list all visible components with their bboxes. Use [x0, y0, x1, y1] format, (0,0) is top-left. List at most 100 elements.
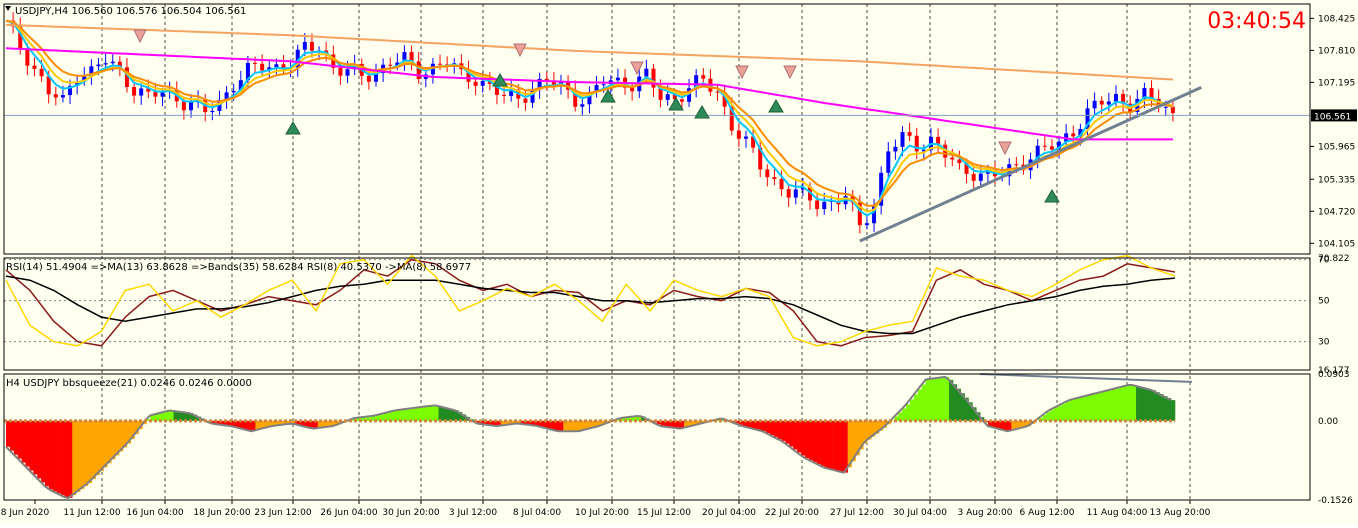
bull-candle: [580, 104, 584, 106]
squeeze-bar-positive: [1140, 387, 1144, 421]
time-axis-label: 10 Jul 20:00: [575, 508, 629, 518]
squeeze-bar-positive: [918, 389, 922, 420]
squeeze-bar-positive: [1156, 392, 1160, 421]
squeeze-bar-positive: [1144, 388, 1148, 421]
price-tick-label: 107.195: [1318, 78, 1355, 88]
squeeze-bar-positive: [945, 377, 949, 421]
time-axis-label: 6 Aug 12:00: [1020, 508, 1075, 518]
bear-candle: [260, 64, 264, 71]
bull-candle: [794, 189, 798, 197]
squeeze-bar-positive: [949, 380, 953, 421]
squeeze-bar-negative: [22, 421, 26, 463]
squeeze-bar-negative: [14, 421, 18, 455]
squeeze-panel-header: H4 USDJPY bbsqueeze(21) 0.0246 0.0246 0.…: [6, 378, 252, 389]
bear-candle: [474, 82, 478, 86]
squeeze-bar-positive: [933, 378, 937, 420]
bear-candle: [388, 65, 392, 66]
squeeze-bar-negative: [115, 421, 119, 455]
squeeze-bar-positive: [1124, 386, 1128, 421]
bear-candle: [32, 66, 36, 69]
squeeze-bar-negative: [575, 421, 579, 431]
squeeze-bar-negative: [25, 421, 29, 467]
time-axis-label: 20 Jul 04:00: [702, 508, 756, 518]
bull-candle: [346, 69, 350, 75]
bull-candle: [822, 202, 826, 209]
squeeze-bar-negative: [797, 421, 801, 453]
time-axis-label: 26 Jun 04:00: [320, 508, 377, 518]
squeeze-bar-positive: [1066, 402, 1070, 421]
squeeze-bar-negative: [828, 421, 832, 469]
squeeze-bar-negative: [785, 421, 789, 444]
current-price-label: 106.561: [1314, 112, 1351, 122]
squeeze-bar-negative: [53, 421, 57, 491]
bull-candle: [481, 81, 485, 86]
squeeze-bar-negative: [76, 421, 80, 492]
squeeze-bar-positive: [1163, 396, 1167, 421]
rsi-panel-header: RSI(14) 51.4904 =>MA(13) 63.8628 =>Bands…: [6, 262, 471, 273]
squeeze-bar-negative: [559, 421, 563, 431]
bear-candle: [132, 87, 136, 96]
bear-candle: [765, 169, 769, 177]
time-axis-label: 30 Jun 20:00: [382, 508, 439, 518]
squeeze-bar-negative: [805, 421, 809, 458]
squeeze-bar-positive: [1074, 399, 1078, 421]
bear-candle: [253, 63, 257, 64]
squeeze-bar-negative: [781, 421, 785, 441]
squeeze-bar-negative: [111, 421, 115, 459]
squeeze-bar-negative: [762, 421, 766, 431]
squeeze-bar-positive: [1167, 398, 1171, 421]
bull-candle: [616, 78, 620, 81]
squeeze-bar-positive: [1058, 406, 1062, 421]
bull-candle: [61, 95, 65, 97]
bull-candle: [96, 64, 100, 66]
squeeze-bar-positive: [914, 394, 918, 420]
squeeze-bar-negative: [45, 421, 49, 486]
price-tick-label: 107.810: [1318, 46, 1355, 56]
time-axis-label: 11 Aug 04:00: [1087, 508, 1148, 518]
rsi-tick-label: 30: [1318, 338, 1330, 348]
squeeze-bar-negative: [88, 421, 92, 483]
squeeze-bar-positive: [906, 404, 910, 421]
price-tick-label: 105.965: [1318, 142, 1355, 152]
squeeze-bar-positive: [1152, 390, 1156, 421]
squeeze-bar-negative: [107, 421, 111, 463]
squeeze-bar-positive: [1159, 394, 1163, 421]
time-axis-label: 23 Jun 12:00: [254, 508, 311, 518]
squeeze-bar-positive: [423, 407, 427, 421]
squeeze-bar-negative: [817, 421, 821, 464]
squeeze-bar-negative: [801, 421, 805, 456]
squeeze-bar-positive: [400, 410, 404, 421]
squeeze-bar-positive: [1081, 397, 1085, 421]
squeeze-tick-label: 0.00: [1318, 417, 1338, 427]
time-axis-label: 30 Jul 04:00: [893, 508, 947, 518]
squeeze-bar-positive: [411, 408, 415, 421]
chart-canvas[interactable]: 106.561 8 Jun 202011 Jun 12:0016 Jun 04:…: [0, 0, 1358, 524]
squeeze-bar-negative: [778, 421, 782, 439]
bear-candle: [737, 131, 741, 139]
time-axis-label: 3 Jul 12:00: [449, 508, 498, 518]
time-axis-label: 8 Jul 04:00: [513, 508, 562, 518]
squeeze-bar-positive: [1054, 408, 1058, 421]
rsi-tick-label: 50: [1318, 297, 1330, 307]
bear-candle: [780, 179, 784, 189]
price-tick-label: 105.335: [1318, 175, 1355, 185]
bear-candle: [1014, 164, 1018, 165]
time-axis-label: 27 Jul 12:00: [830, 508, 884, 518]
squeeze-bar-positive: [902, 408, 906, 420]
squeeze-tick-label: -0.1526: [1318, 496, 1353, 506]
server-clock: 03:40:54: [1207, 9, 1306, 34]
bear-candle: [1100, 101, 1104, 105]
squeeze-bar-positive: [1070, 400, 1074, 421]
bear-candle: [701, 75, 705, 78]
squeeze-bar-negative: [824, 421, 828, 468]
bear-candle: [182, 101, 186, 110]
bear-candle: [1050, 146, 1054, 149]
squeeze-bar-positive: [941, 377, 945, 420]
bear-candle: [367, 76, 371, 82]
squeeze-bar-negative: [29, 421, 33, 471]
bull-candle: [901, 132, 905, 147]
squeeze-bar-positive: [1117, 388, 1121, 421]
squeeze-bar-positive: [926, 380, 930, 421]
bull-candle: [602, 84, 606, 85]
squeeze-bar-negative: [766, 421, 770, 433]
